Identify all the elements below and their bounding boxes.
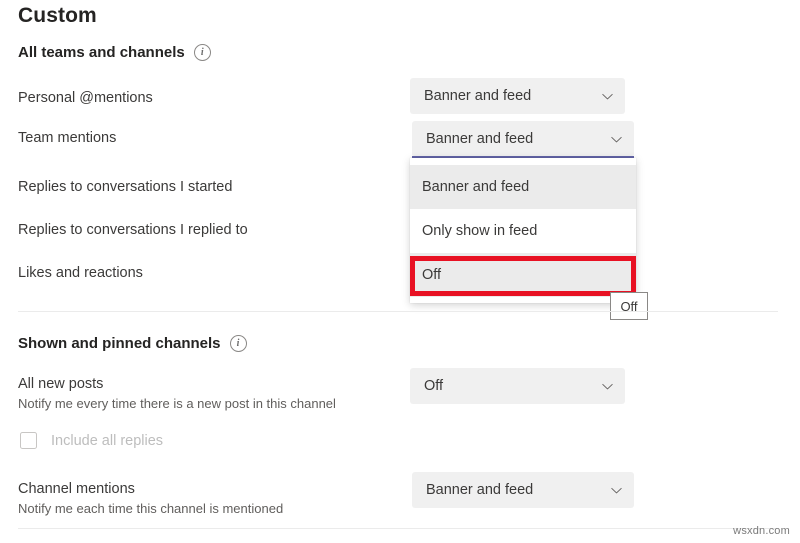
dropdown-option-off[interactable]: Off [410,253,636,297]
dropdown-value: Banner and feed [426,131,610,147]
setting-label-channel-mentions: Channel mentions [18,481,135,497]
setting-label-likes-and-reactions: Likes and reactions [18,265,143,281]
dropdown-channel-mentions[interactable]: Banner and feed [412,472,634,508]
chevron-down-icon [601,380,614,393]
section-header-all-teams-and-channels: All teams and channels i [18,44,211,61]
dropdown-all-new-posts[interactable]: Off [410,368,625,404]
dropdown-value: Banner and feed [424,88,601,104]
checkbox-include-all-replies[interactable]: Include all replies [20,432,163,449]
dropdown-personal-mentions[interactable]: Banner and feed [410,78,625,114]
watermark: wsxdn.com [733,525,790,537]
dropdown-value: Banner and feed [426,482,610,498]
chevron-down-icon [610,133,623,146]
setting-label-all-new-posts: All new posts [18,376,103,392]
section-title: Shown and pinned channels [18,335,221,352]
tooltip-off: Off [610,292,648,320]
dropdown-options-panel: Banner and feed Only show in feed Off [410,158,636,303]
section-header-shown-and-pinned-channels: Shown and pinned channels i [18,335,247,352]
setting-label-replies-i-started: Replies to conversations I started [18,179,232,195]
setting-sublabel-all-new-posts: Notify me every time there is a new post… [18,396,336,411]
setting-label-team-mentions: Team mentions [18,130,116,146]
setting-label-replies-i-replied-to: Replies to conversations I replied to [18,222,248,238]
section-divider [18,311,778,312]
bottom-divider [18,528,778,529]
dropdown-option-only-show-in-feed[interactable]: Only show in feed [410,209,636,253]
dropdown-team-mentions[interactable]: Banner and feed [412,121,634,157]
dropdown-option-banner-and-feed[interactable]: Banner and feed [410,165,636,209]
checkbox-label: Include all replies [51,433,163,449]
dropdown-value: Off [424,378,601,394]
chevron-down-icon [610,484,623,497]
settings-page: Custom All teams and channels i Personal… [0,0,800,543]
page-title: Custom [18,4,97,28]
section-title: All teams and channels [18,44,185,61]
info-icon[interactable]: i [194,44,211,61]
info-icon[interactable]: i [230,335,247,352]
setting-sublabel-channel-mentions: Notify me each time this channel is ment… [18,501,283,516]
chevron-down-icon [601,90,614,103]
setting-label-personal-mentions: Personal @mentions [18,90,153,106]
checkbox-box[interactable] [20,432,37,449]
